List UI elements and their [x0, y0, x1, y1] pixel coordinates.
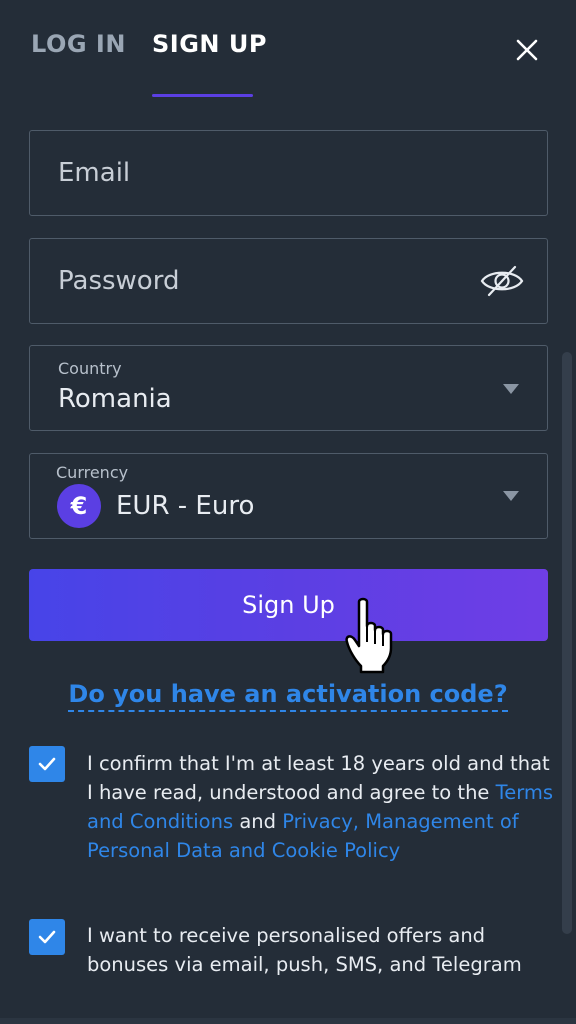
- age-confirm-checkbox[interactable]: [29, 746, 65, 782]
- country-label: Country: [58, 359, 122, 378]
- bottom-divider: [0, 1018, 576, 1024]
- close-button[interactable]: [513, 36, 541, 64]
- offers-checkbox[interactable]: [29, 919, 65, 955]
- age-confirm-intro: I confirm that I'm at least 18 years old…: [87, 752, 550, 804]
- offers-consent-text: I want to receive personalised offers an…: [87, 924, 522, 976]
- currency-select[interactable]: Currency € EUR - Euro: [29, 453, 548, 539]
- currency-label: Currency: [56, 463, 129, 482]
- signup-button[interactable]: Sign Up: [29, 569, 548, 641]
- country-value: Romania: [58, 384, 172, 414]
- password-field: [29, 238, 548, 324]
- chevron-down-icon: [503, 491, 519, 501]
- currency-value: EUR - Euro: [116, 491, 255, 521]
- chevron-down-icon: [503, 384, 519, 394]
- country-select[interactable]: Country Romania: [29, 345, 548, 431]
- auth-tabs: LOG IN SIGN UP: [0, 0, 576, 98]
- activation-code-link-text[interactable]: Do you have an activation code?: [68, 680, 508, 712]
- euro-icon: €: [57, 484, 101, 528]
- email-input[interactable]: [58, 153, 478, 193]
- checkmark-icon: [38, 930, 56, 944]
- toggle-password-visibility-button[interactable]: [479, 264, 525, 298]
- age-confirm-text: I confirm that I'm at least 18 years old…: [87, 749, 557, 865]
- tab-login[interactable]: LOG IN: [31, 30, 126, 58]
- checkmark-icon: [38, 757, 56, 771]
- activation-code-link[interactable]: Do you have an activation code?: [0, 680, 576, 712]
- eye-slash-icon: [480, 265, 524, 297]
- tab-signup[interactable]: SIGN UP: [152, 30, 267, 58]
- signup-modal: LOG IN SIGN UP Country Romania Curre: [0, 0, 576, 1024]
- active-tab-indicator: [152, 94, 253, 97]
- email-field: [29, 130, 548, 216]
- password-input[interactable]: [58, 261, 478, 301]
- close-icon: [516, 39, 538, 61]
- scrollbar-thumb[interactable]: [562, 352, 572, 934]
- and-text: and: [239, 810, 276, 833]
